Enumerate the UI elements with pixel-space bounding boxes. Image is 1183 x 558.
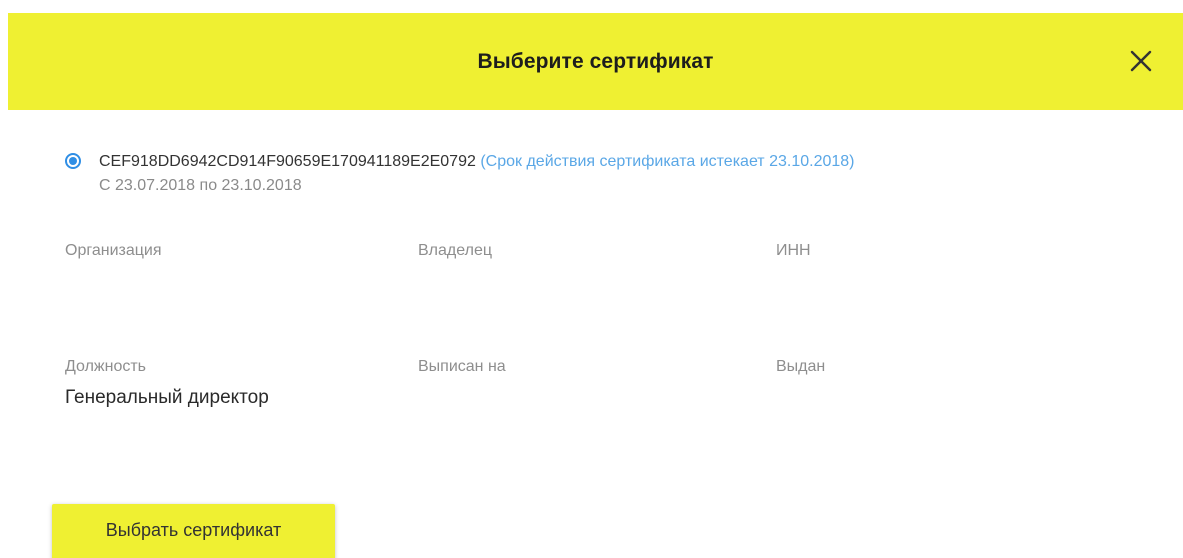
certificate-title-line: CEF918DD6942CD914F90659E170941189E2E0792… xyxy=(99,150,854,174)
inn-label: ИНН xyxy=(776,242,811,259)
certificate-expiry-note: (Срок действия сертификата истекает 23.1… xyxy=(480,153,855,170)
dialog-header: Выберите сертификат xyxy=(8,13,1183,110)
organization-label: Организация xyxy=(65,242,162,259)
certificate-info: CEF918DD6942CD914F90659E170941189E2E0792… xyxy=(99,150,854,198)
certificate-validity: С 23.07.2018 по 23.10.2018 xyxy=(99,177,302,194)
field-issued-to: Выписан на xyxy=(418,356,506,384)
certificate-id: CEF918DD6942CD914F90659E170941189E2E0792 xyxy=(99,153,476,170)
radio-selected-dot xyxy=(69,157,77,165)
certificate-option[interactable]: CEF918DD6942CD914F90659E170941189E2E0792… xyxy=(65,150,854,198)
issued-to-label: Выписан на xyxy=(418,358,506,375)
position-value: Генеральный директор xyxy=(65,387,269,408)
field-issued-by: Выдан xyxy=(776,356,825,384)
close-icon[interactable] xyxy=(1127,47,1155,75)
certificate-radio[interactable] xyxy=(65,153,81,169)
close-button[interactable] xyxy=(1127,47,1155,75)
field-position: Должность Генеральный директор xyxy=(65,356,269,412)
field-inn: ИНН xyxy=(776,240,811,268)
owner-label: Владелец xyxy=(418,242,493,259)
dialog-title: Выберите сертификат xyxy=(477,49,714,73)
position-label: Должность xyxy=(65,358,146,375)
field-owner: Владелец xyxy=(418,240,492,268)
select-certificate-button[interactable]: Выбрать сертификат xyxy=(52,504,335,558)
issued-by-label: Выдан xyxy=(776,358,826,375)
field-organization: Организация xyxy=(65,240,162,268)
certificate-dialog: Выберите сертификат CEF918DD6942CD914F90… xyxy=(0,0,1183,558)
